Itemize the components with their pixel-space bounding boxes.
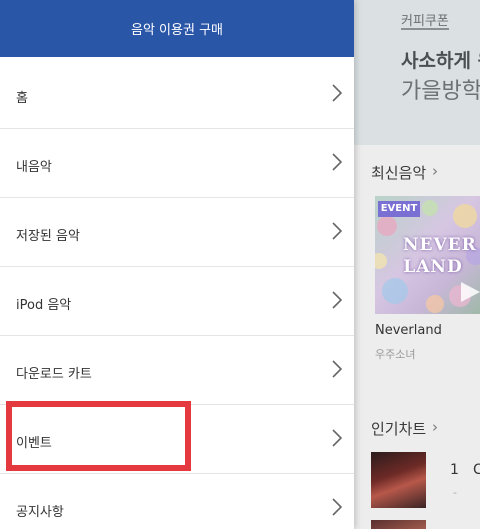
song-title[interactable]: Neverland (375, 323, 442, 338)
popular-chart-title[interactable]: 인기차트 (371, 418, 426, 439)
menu-item-label: 다운로드 카트 (16, 367, 92, 382)
menu-item-event[interactable]: 이벤트 (0, 405, 354, 474)
menu-item-notice[interactable]: 공지사항 (0, 474, 354, 529)
play-icon[interactable] (459, 280, 480, 304)
chevron-right-icon (332, 291, 342, 309)
chart-rank-change: - (453, 486, 457, 499)
latest-music-title[interactable]: 최신음악 (371, 162, 426, 183)
menu-item-ipod-music[interactable]: iPod 음악 (0, 267, 354, 336)
promo-subline: 가을방학 (401, 79, 480, 104)
popular-chart-chevron-icon[interactable]: › (432, 418, 438, 436)
menu-item-home[interactable]: 홈 (0, 60, 354, 129)
menu-item-label: 내음악 (16, 160, 52, 175)
menu-item-label: 홈 (16, 91, 28, 106)
menu-item-label: 저장된 음악 (16, 229, 80, 244)
chevron-right-icon (332, 222, 342, 240)
chevron-right-icon (332, 84, 342, 102)
menu-item-label: 이벤트 (16, 436, 52, 451)
chart-rank: 1 (450, 462, 459, 478)
event-badge: EVENT (378, 201, 420, 217)
chevron-right-icon (332, 429, 342, 447)
drawer-menu: 홈 내음악 저장된 음악 iPod 음악 다운로드 카트 이벤트 공지사항 (0, 60, 354, 529)
song-artist[interactable]: 우주소녀 (375, 346, 415, 362)
chart-album-thumbnail[interactable] (371, 452, 426, 508)
album-art-title: NEVER LAND (403, 235, 477, 277)
chevron-right-icon (332, 360, 342, 378)
promo-headline: 사소하게 윈 (401, 50, 480, 72)
chart-song-title[interactable]: C (473, 462, 480, 478)
menu-item-download-cart[interactable]: 다운로드 카트 (0, 336, 354, 405)
chevron-right-icon (332, 498, 342, 516)
menu-item-label: iPod 음악 (16, 298, 72, 313)
latest-music-chevron-icon[interactable]: › (432, 162, 438, 180)
purchase-pass-label: 음악 이용권 구매 (131, 23, 223, 38)
menu-item-saved-music[interactable]: 저장된 음악 (0, 198, 354, 267)
coupon-tab-indicator (401, 28, 449, 30)
menu-item-label: 공지사항 (16, 505, 64, 520)
side-drawer: 음악 이용권 구매 홈 내음악 저장된 음악 iPod 음악 다운로드 카트 이… (0, 0, 354, 529)
purchase-pass-button[interactable]: 음악 이용권 구매 (0, 0, 354, 57)
menu-item-my-music[interactable]: 내음악 (0, 129, 354, 198)
coupon-tab[interactable]: 커피쿠폰 (401, 10, 449, 29)
chart-album-thumbnail[interactable] (371, 520, 426, 529)
chevron-right-icon (332, 153, 342, 171)
